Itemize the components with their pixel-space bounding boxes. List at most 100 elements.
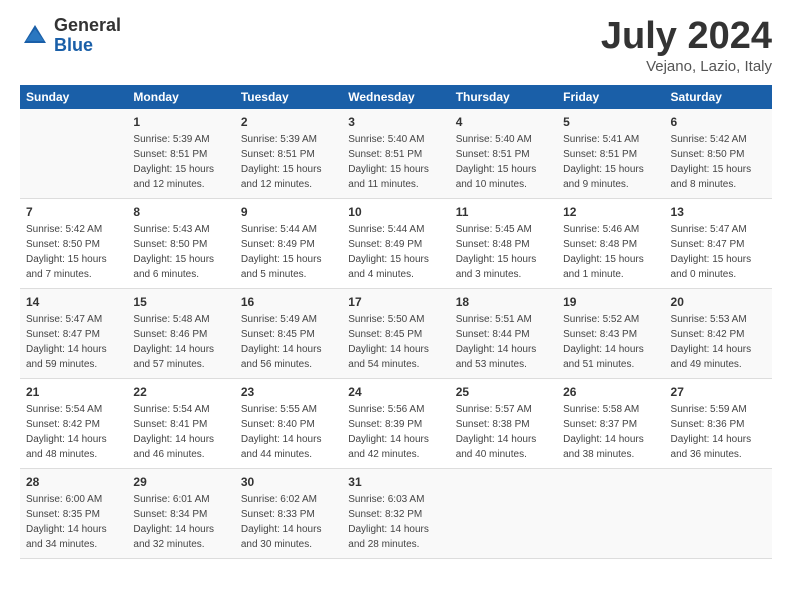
- calendar-cell: 5 Sunrise: 5:41 AM Sunset: 8:51 PM Daylig…: [557, 109, 664, 199]
- day-number: 28: [26, 474, 121, 490]
- day-info: Sunrise: 6:00 AM Sunset: 8:35 PM Dayligh…: [26, 494, 107, 550]
- logo-icon: [20, 21, 50, 51]
- day-number: 30: [241, 474, 336, 490]
- header-row: SundayMondayTuesdayWednesdayThursdayFrid…: [20, 85, 772, 109]
- day-number: 6: [671, 114, 766, 130]
- title-block: July 2024 Vejano, Lazio, Italy: [601, 16, 772, 75]
- day-info: Sunrise: 5:45 AM Sunset: 8:48 PM Dayligh…: [456, 224, 537, 280]
- day-number: 25: [456, 384, 551, 400]
- day-info: Sunrise: 5:54 AM Sunset: 8:42 PM Dayligh…: [26, 404, 107, 460]
- calendar-cell: 14 Sunrise: 5:47 AM Sunset: 8:47 PM Dayli…: [20, 289, 127, 379]
- day-info: Sunrise: 5:56 AM Sunset: 8:39 PM Dayligh…: [348, 404, 429, 460]
- calendar-cell: 11 Sunrise: 5:45 AM Sunset: 8:48 PM Dayli…: [450, 199, 557, 289]
- day-number: 5: [563, 114, 658, 130]
- logo: General Blue: [20, 16, 121, 56]
- day-number: 8: [133, 204, 228, 220]
- calendar-cell: 8Sunrise: 5:43 AM Sunset: 8:50 PM Daylig…: [127, 199, 234, 289]
- col-header-thursday: Thursday: [450, 85, 557, 109]
- day-info: Sunrise: 5:39 AM Sunset: 8:51 PM Dayligh…: [133, 134, 214, 190]
- day-number: 18: [456, 294, 551, 310]
- calendar-cell: 26Sunrise: 5:58 AM Sunset: 8:37 PM Dayli…: [557, 379, 664, 469]
- day-info: Sunrise: 5:40 AM Sunset: 8:51 PM Dayligh…: [456, 134, 537, 190]
- calendar-cell: 1 Sunrise: 5:39 AM Sunset: 8:51 PM Daylig…: [127, 109, 234, 199]
- day-number: 16: [241, 294, 336, 310]
- calendar-cell: 31 Sunrise: 6:03 AM Sunset: 8:32 PM Dayli…: [342, 469, 449, 559]
- day-number: 26: [563, 384, 658, 400]
- calendar-cell: 18 Sunrise: 5:51 AM Sunset: 8:44 PM Dayli…: [450, 289, 557, 379]
- day-number: 9: [241, 204, 336, 220]
- day-number: 14: [26, 294, 121, 310]
- calendar-cell: [450, 469, 557, 559]
- calendar-table: SundayMondayTuesdayWednesdayThursdayFrid…: [20, 85, 772, 560]
- calendar-cell: 24 Sunrise: 5:56 AM Sunset: 8:39 PM Dayli…: [342, 379, 449, 469]
- day-info: Sunrise: 5:55 AM Sunset: 8:40 PM Dayligh…: [241, 404, 322, 460]
- day-info: Sunrise: 5:44 AM Sunset: 8:49 PM Dayligh…: [348, 224, 429, 280]
- day-number: 2: [241, 114, 336, 130]
- calendar-cell: 2Sunrise: 5:39 AM Sunset: 8:51 PM Daylig…: [235, 109, 342, 199]
- calendar-cell: 13Sunrise: 5:47 AM Sunset: 8:47 PM Dayli…: [665, 199, 772, 289]
- day-info: Sunrise: 5:44 AM Sunset: 8:49 PM Dayligh…: [241, 224, 322, 280]
- day-number: 10: [348, 204, 443, 220]
- day-info: Sunrise: 5:57 AM Sunset: 8:38 PM Dayligh…: [456, 404, 537, 460]
- day-info: Sunrise: 5:47 AM Sunset: 8:47 PM Dayligh…: [26, 314, 107, 370]
- day-number: 12: [563, 204, 658, 220]
- day-info: Sunrise: 5:59 AM Sunset: 8:36 PM Dayligh…: [671, 404, 752, 460]
- day-info: Sunrise: 5:49 AM Sunset: 8:45 PM Dayligh…: [241, 314, 322, 370]
- day-number: 1: [133, 114, 228, 130]
- calendar-cell: 16 Sunrise: 5:49 AM Sunset: 8:45 PM Dayli…: [235, 289, 342, 379]
- week-row-1: 1 Sunrise: 5:39 AM Sunset: 8:51 PM Daylig…: [20, 109, 772, 199]
- calendar-cell: 10 Sunrise: 5:44 AM Sunset: 8:49 PM Dayli…: [342, 199, 449, 289]
- day-number: 15: [133, 294, 228, 310]
- col-header-saturday: Saturday: [665, 85, 772, 109]
- day-number: 31: [348, 474, 443, 490]
- calendar-cell: [665, 469, 772, 559]
- day-info: Sunrise: 5:47 AM Sunset: 8:47 PM Dayligh…: [671, 224, 752, 280]
- day-info: Sunrise: 5:52 AM Sunset: 8:43 PM Dayligh…: [563, 314, 644, 370]
- day-number: 4: [456, 114, 551, 130]
- week-row-2: 7Sunrise: 5:42 AM Sunset: 8:50 PM Daylig…: [20, 199, 772, 289]
- calendar-cell: 29Sunrise: 6:01 AM Sunset: 8:34 PM Dayli…: [127, 469, 234, 559]
- day-number: 20: [671, 294, 766, 310]
- week-row-3: 14 Sunrise: 5:47 AM Sunset: 8:47 PM Dayli…: [20, 289, 772, 379]
- day-info: Sunrise: 5:42 AM Sunset: 8:50 PM Dayligh…: [26, 224, 107, 280]
- calendar-cell: 23 Sunrise: 5:55 AM Sunset: 8:40 PM Dayli…: [235, 379, 342, 469]
- calendar-cell: [20, 109, 127, 199]
- logo-blue-text: Blue: [54, 36, 121, 56]
- col-header-sunday: Sunday: [20, 85, 127, 109]
- day-number: 24: [348, 384, 443, 400]
- calendar-cell: 28 Sunrise: 6:00 AM Sunset: 8:35 PM Dayli…: [20, 469, 127, 559]
- calendar-cell: 4 Sunrise: 5:40 AM Sunset: 8:51 PM Daylig…: [450, 109, 557, 199]
- logo-general-text: General: [54, 16, 121, 36]
- day-info: Sunrise: 5:41 AM Sunset: 8:51 PM Dayligh…: [563, 134, 644, 190]
- calendar-cell: 22Sunrise: 5:54 AM Sunset: 8:41 PM Dayli…: [127, 379, 234, 469]
- day-info: Sunrise: 5:54 AM Sunset: 8:41 PM Dayligh…: [133, 404, 214, 460]
- day-info: Sunrise: 5:42 AM Sunset: 8:50 PM Dayligh…: [671, 134, 752, 190]
- day-info: Sunrise: 6:01 AM Sunset: 8:34 PM Dayligh…: [133, 494, 214, 550]
- calendar-cell: 7Sunrise: 5:42 AM Sunset: 8:50 PM Daylig…: [20, 199, 127, 289]
- day-info: Sunrise: 5:51 AM Sunset: 8:44 PM Dayligh…: [456, 314, 537, 370]
- day-info: Sunrise: 5:40 AM Sunset: 8:51 PM Dayligh…: [348, 134, 429, 190]
- day-number: 23: [241, 384, 336, 400]
- calendar-cell: 6 Sunrise: 5:42 AM Sunset: 8:50 PM Daylig…: [665, 109, 772, 199]
- calendar-cell: 25 Sunrise: 5:57 AM Sunset: 8:38 PM Dayli…: [450, 379, 557, 469]
- day-info: Sunrise: 5:46 AM Sunset: 8:48 PM Dayligh…: [563, 224, 644, 280]
- day-info: Sunrise: 6:02 AM Sunset: 8:33 PM Dayligh…: [241, 494, 322, 550]
- calendar-cell: 12 Sunrise: 5:46 AM Sunset: 8:48 PM Dayli…: [557, 199, 664, 289]
- calendar-cell: 27Sunrise: 5:59 AM Sunset: 8:36 PM Dayli…: [665, 379, 772, 469]
- week-row-4: 21Sunrise: 5:54 AM Sunset: 8:42 PM Dayli…: [20, 379, 772, 469]
- day-info: Sunrise: 5:50 AM Sunset: 8:45 PM Dayligh…: [348, 314, 429, 370]
- calendar-title: July 2024: [601, 16, 772, 58]
- calendar-cell: 30 Sunrise: 6:02 AM Sunset: 8:33 PM Dayli…: [235, 469, 342, 559]
- day-number: 11: [456, 204, 551, 220]
- calendar-cell: 19Sunrise: 5:52 AM Sunset: 8:43 PM Dayli…: [557, 289, 664, 379]
- calendar-cell: 9 Sunrise: 5:44 AM Sunset: 8:49 PM Daylig…: [235, 199, 342, 289]
- col-header-wednesday: Wednesday: [342, 85, 449, 109]
- col-header-tuesday: Tuesday: [235, 85, 342, 109]
- day-number: 3: [348, 114, 443, 130]
- calendar-subtitle: Vejano, Lazio, Italy: [601, 58, 772, 75]
- calendar-cell: 17Sunrise: 5:50 AM Sunset: 8:45 PM Dayli…: [342, 289, 449, 379]
- col-header-friday: Friday: [557, 85, 664, 109]
- col-header-monday: Monday: [127, 85, 234, 109]
- day-info: Sunrise: 5:53 AM Sunset: 8:42 PM Dayligh…: [671, 314, 752, 370]
- day-info: Sunrise: 6:03 AM Sunset: 8:32 PM Dayligh…: [348, 494, 429, 550]
